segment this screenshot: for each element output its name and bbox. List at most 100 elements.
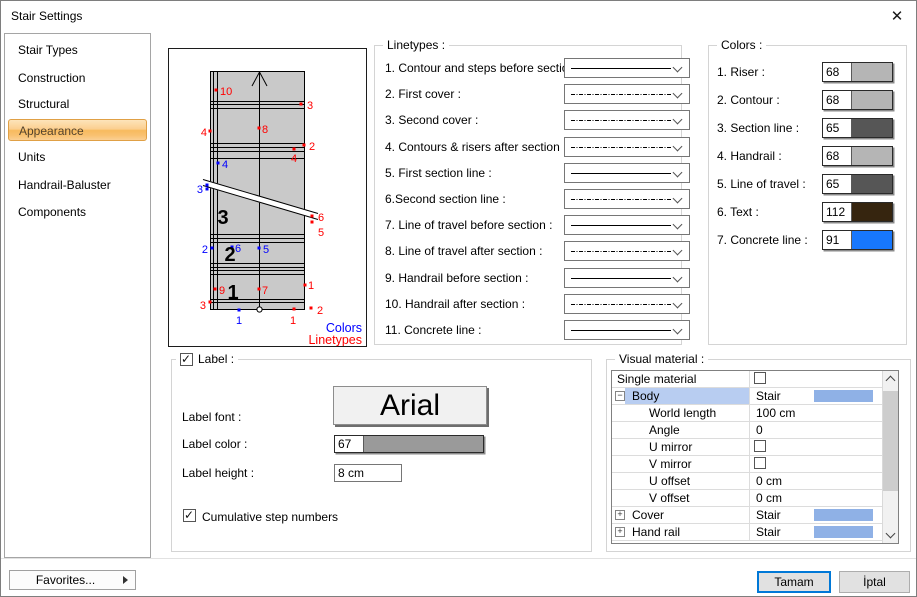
linetype-combo-10[interactable] [564, 294, 690, 314]
material-value-cell[interactable]: 0 [749, 422, 882, 438]
sidebar-item-stair-types[interactable]: Stair Types [8, 39, 147, 61]
chevron-down-icon [673, 63, 683, 73]
material-checkbox[interactable] [754, 372, 766, 384]
linetype-combo-1[interactable] [564, 58, 690, 78]
material-name-cell: U mirror [612, 439, 749, 455]
annotation-dot [293, 148, 296, 151]
material-checkbox[interactable] [754, 440, 766, 452]
material-row-angle[interactable]: Angle0 [612, 422, 882, 439]
annotation-text: 4 [291, 153, 297, 165]
material-row-single-material[interactable]: Single material [612, 371, 882, 388]
label-height-input[interactable] [334, 464, 402, 482]
material-row-label: V offset [649, 490, 689, 506]
material-value-cell[interactable]: 100 cm [749, 405, 882, 421]
material-value-cell[interactable]: Stair [749, 524, 882, 540]
linetype-combo-4[interactable] [564, 137, 690, 157]
sidebar-item-structural[interactable]: Structural [8, 93, 147, 115]
material-value-cell[interactable] [749, 456, 882, 472]
label-checkbox[interactable] [180, 353, 193, 366]
color-swatch [852, 175, 892, 193]
linetype-combo-2[interactable] [564, 84, 690, 104]
color-swatch [852, 147, 892, 165]
linetype-combo-8[interactable] [564, 241, 690, 261]
annotation-text: 1 [236, 315, 242, 327]
material-value-cell[interactable]: Stair [749, 388, 882, 404]
color-label-6: 6. Text : [717, 203, 759, 221]
scroll-down-icon[interactable] [886, 529, 896, 539]
visual-material-scrollbar[interactable] [882, 371, 898, 543]
sidebar-item-construction[interactable]: Construction [8, 67, 147, 89]
annotation-dot [258, 127, 261, 130]
color-value: 68 [823, 91, 852, 109]
line-style-sample [569, 164, 673, 182]
color-button-2-contour[interactable]: 68 [822, 90, 893, 110]
label-font-button[interactable]: Arial [333, 386, 487, 425]
material-value-cell[interactable]: 0 cm [749, 490, 882, 506]
color-label-4: 4. Handrail : [717, 147, 782, 165]
linetype-combo-7[interactable] [564, 215, 690, 235]
expand-icon[interactable]: + [615, 510, 625, 520]
material-value-cell[interactable] [749, 371, 882, 387]
color-value: 65 [823, 119, 852, 137]
material-row-body[interactable]: −Body Stair [612, 388, 882, 405]
material-row-world-length[interactable]: World length100 cm [612, 405, 882, 422]
material-value-cell[interactable]: Stair [749, 507, 882, 523]
sidebar-item-appearance[interactable]: Appearance [8, 119, 147, 141]
material-color-swatch[interactable] [814, 526, 873, 538]
favorites-button[interactable]: Favorites... [9, 570, 136, 590]
color-value: 91 [823, 231, 852, 249]
colors-group: Colors : 1. Riser :682. Contour :683. Se… [708, 45, 907, 345]
annotation-text: 6 [318, 212, 324, 224]
expand-icon[interactable]: + [615, 527, 625, 537]
cumulative-step-numbers-checkbox[interactable] [183, 509, 196, 522]
color-button-1-riser[interactable]: 68 [822, 62, 893, 82]
color-button-7-concrete-line[interactable]: 91 [822, 230, 893, 250]
material-name-cell: Single material [612, 371, 749, 387]
chevron-down-icon [673, 167, 683, 177]
linetype-label-3: 3. Second cover : [385, 111, 478, 129]
ok-button[interactable]: Tamam [757, 571, 831, 593]
close-icon[interactable]: ✕ [886, 6, 908, 28]
linetype-label-5: 5. First section line : [385, 164, 492, 182]
material-row-hand-rail[interactable]: +Hand railStair [612, 524, 882, 541]
label-group-title: Label : [198, 352, 234, 366]
material-value-cell[interactable]: 0 cm [749, 473, 882, 489]
material-row-u-mirror[interactable]: U mirror [612, 439, 882, 456]
linetype-combo-11[interactable] [564, 320, 690, 340]
linetype-combo-9[interactable] [564, 268, 690, 288]
material-value-cell[interactable] [749, 439, 882, 455]
annotation-dot [214, 288, 217, 291]
linetype-combo-6[interactable] [564, 189, 690, 209]
collapse-icon[interactable]: − [615, 391, 625, 401]
scrollbar-thumb[interactable] [883, 391, 898, 491]
color-button-6-text[interactable]: 112 [822, 202, 893, 222]
material-row-cover[interactable]: +CoverStair [612, 507, 882, 524]
color-label-7: 7. Concrete line : [717, 231, 808, 249]
linetype-combo-3[interactable] [564, 110, 690, 130]
material-row-u-offset[interactable]: U offset0 cm [612, 473, 882, 490]
material-row-label: Body [632, 388, 659, 404]
sidebar-item-handrail-baluster[interactable]: Handrail-Baluster [8, 174, 147, 196]
material-row-v-mirror[interactable]: V mirror [612, 456, 882, 473]
label-color-button[interactable]: 67 [334, 435, 484, 453]
material-color-swatch[interactable] [814, 390, 873, 402]
cancel-button[interactable]: İptal [839, 571, 910, 593]
color-button-3-section-line[interactable]: 65 [822, 118, 893, 138]
sidebar-item-components[interactable]: Components [8, 201, 147, 223]
annotation-text: 1 [227, 282, 238, 304]
material-color-swatch[interactable] [814, 509, 873, 521]
chevron-down-icon [673, 194, 683, 204]
window-title: Stair Settings [11, 9, 82, 23]
material-checkbox[interactable] [754, 457, 766, 469]
color-button-4-handrail[interactable]: 68 [822, 146, 893, 166]
linetype-label-8: 8. Line of travel after section : [385, 242, 542, 260]
color-button-5-line-of-travel[interactable]: 65 [822, 174, 893, 194]
annotation-text: 6 [235, 243, 241, 255]
annotation-dot [304, 284, 307, 287]
label-group: Label : Label font : Arial Label color :… [171, 359, 592, 552]
sidebar-item-units[interactable]: Units [8, 146, 147, 168]
scroll-up-icon[interactable] [886, 376, 896, 386]
linetype-combo-5[interactable] [564, 163, 690, 183]
material-row-v-offset[interactable]: V offset 0 cm [612, 490, 882, 507]
color-label-3: 3. Section line : [717, 119, 799, 137]
